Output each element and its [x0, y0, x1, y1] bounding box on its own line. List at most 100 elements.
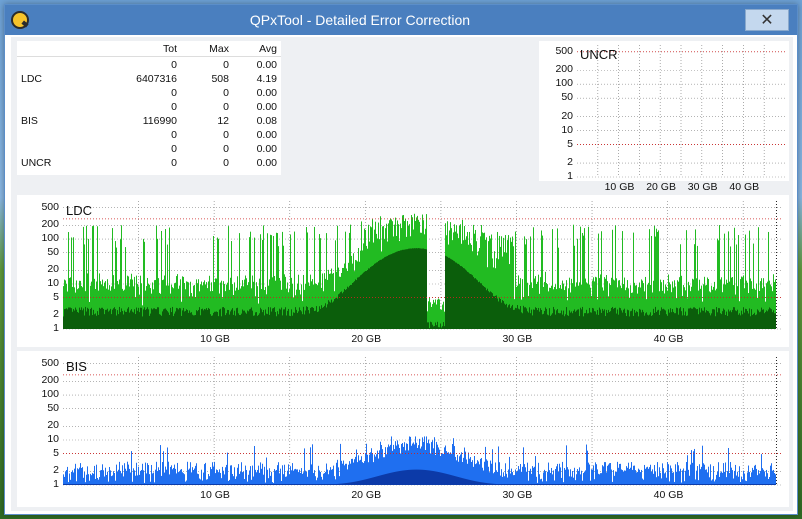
- data-bar: [402, 249, 403, 329]
- data-bar: [683, 484, 684, 485]
- data-bar: [618, 484, 619, 485]
- data-bar: [108, 484, 109, 485]
- data-bar: [689, 484, 690, 485]
- data-bar: [227, 484, 228, 485]
- data-bar: [96, 484, 97, 485]
- data-bar: [624, 308, 625, 329]
- data-bar: [244, 310, 245, 329]
- data-bar: [272, 484, 273, 485]
- data-bar: [188, 484, 189, 485]
- data-bar: [333, 301, 334, 329]
- data-bar: [541, 309, 542, 329]
- stats-header-row: Tot Max Avg: [17, 42, 281, 56]
- data-bar: [495, 295, 496, 329]
- x-tick-label: 30 GB: [502, 489, 533, 501]
- data-bar: [668, 309, 669, 329]
- data-bar: [626, 466, 627, 485]
- data-bar: [330, 302, 331, 329]
- data-bar: [684, 315, 685, 329]
- data-bar: [72, 470, 73, 485]
- data-bar: [408, 469, 409, 485]
- data-bar: [509, 304, 510, 329]
- data-bar: [134, 309, 135, 329]
- data-bar: [560, 467, 561, 485]
- data-bar: [703, 463, 704, 485]
- data-bar: [100, 308, 101, 329]
- data-bar: [126, 311, 127, 329]
- data-bar: [470, 480, 471, 485]
- data-bar: [217, 484, 218, 485]
- data-bar: [161, 315, 162, 329]
- data-bar: [223, 470, 224, 485]
- data-bar: [141, 484, 142, 485]
- data-bar: [463, 268, 464, 329]
- data-bar: [629, 316, 630, 329]
- data-bar: [400, 470, 401, 485]
- data-bar: [732, 470, 733, 485]
- data-bar: [519, 484, 520, 485]
- data-bar: [652, 315, 653, 329]
- data-bar: [439, 327, 440, 329]
- data-bar: [487, 483, 488, 485]
- data-bar: [752, 467, 753, 485]
- data-bar: [227, 452, 228, 485]
- data-bar: [150, 484, 151, 485]
- data-bar: [768, 484, 769, 485]
- data-bar: [258, 484, 259, 485]
- y-tick-label: 500: [555, 44, 573, 57]
- data-bar: [109, 467, 110, 485]
- data-bar: [673, 472, 674, 485]
- data-bar: [84, 315, 85, 329]
- data-bar: [317, 312, 318, 329]
- data-bar: [303, 472, 304, 485]
- data-bar: [412, 469, 413, 485]
- data-bar: [217, 312, 218, 329]
- y-tick-label: 10: [47, 433, 59, 445]
- data-bar: [543, 472, 544, 485]
- data-bar: [610, 311, 611, 329]
- data-bar: [224, 308, 225, 329]
- data-bar: [764, 484, 765, 485]
- data-bar: [695, 484, 696, 485]
- data-bar: [738, 476, 739, 485]
- data-bar: [524, 307, 525, 329]
- data-bar: [245, 312, 246, 329]
- data-bar: [319, 484, 320, 485]
- data-bar: [285, 476, 286, 485]
- data-bar: [334, 484, 335, 485]
- data-bar: [754, 312, 755, 329]
- data-bar: [218, 238, 219, 329]
- data-bar: [381, 259, 382, 329]
- data-bar: [478, 461, 479, 485]
- data-bar: [727, 471, 728, 485]
- data-bar: [369, 268, 370, 329]
- data-bar: [756, 314, 757, 329]
- data-bar: [501, 302, 502, 329]
- data-bar: [709, 477, 710, 485]
- data-bar: [276, 469, 277, 485]
- close-button[interactable]: ✕: [745, 9, 789, 31]
- data-bar: [310, 447, 311, 485]
- data-bar: [424, 469, 425, 485]
- data-bar: [590, 312, 591, 329]
- data-bar: [755, 464, 756, 485]
- data-bar: [334, 299, 335, 329]
- data-bar: [236, 484, 237, 485]
- data-bar: [265, 484, 266, 485]
- data-bar: [568, 469, 569, 485]
- data-bar: [705, 469, 706, 485]
- data-bar: [247, 310, 248, 329]
- data-bar: [71, 471, 72, 485]
- data-bar: [242, 309, 243, 329]
- data-bar: [147, 484, 148, 485]
- data-bar: [418, 248, 419, 329]
- data-bar: [280, 484, 281, 485]
- title-bar[interactable]: QPxTool - Detailed Error Correction ✕: [5, 5, 797, 35]
- data-bar: [765, 476, 766, 485]
- data-bar: [606, 472, 607, 485]
- data-bar: [124, 463, 125, 485]
- data-bar: [534, 466, 535, 485]
- data-bar: [80, 484, 81, 485]
- data-bar: [94, 484, 95, 485]
- data-bar: [127, 484, 128, 485]
